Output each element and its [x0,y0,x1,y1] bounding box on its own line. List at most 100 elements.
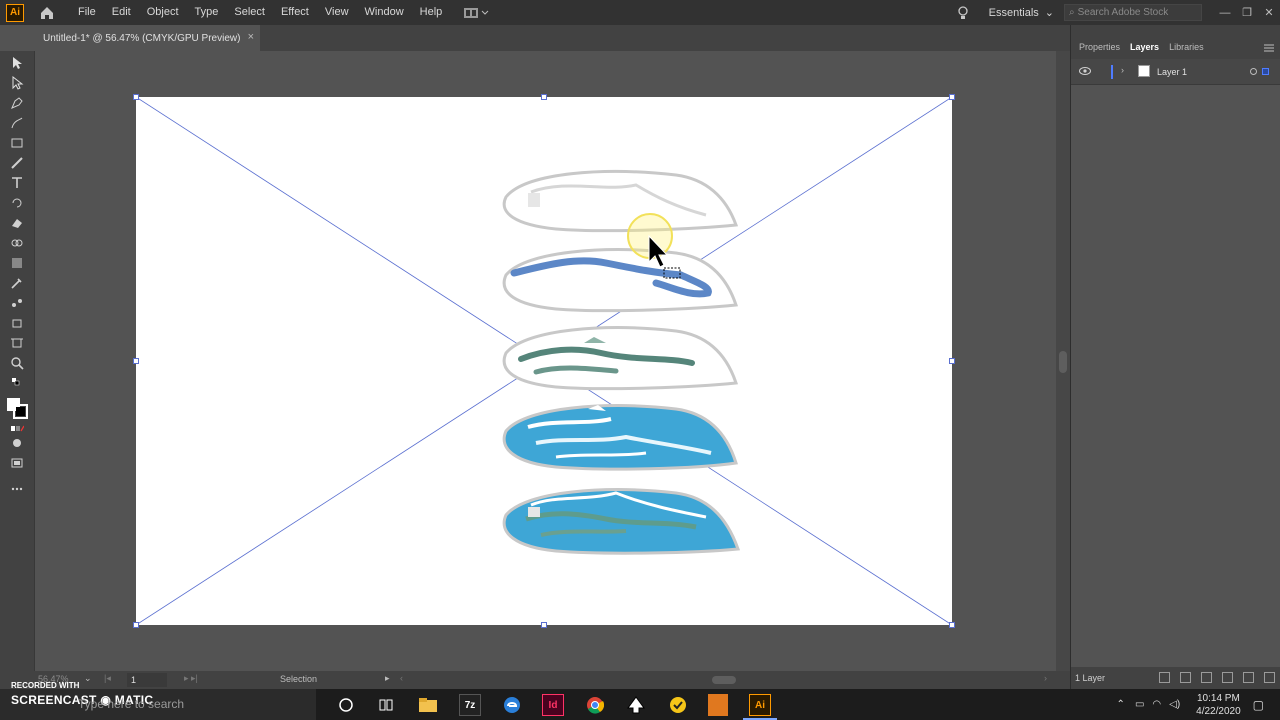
export-icon[interactable] [1159,672,1170,683]
menu-type[interactable]: Type [187,0,227,25]
eraser-tool-icon[interactable] [8,215,26,231]
layers-panel: Properties Layers Libraries › Layer 1 1 … [1070,25,1280,689]
artboard-number-field[interactable]: 1 [127,673,167,687]
horizontal-scrollbar-thumb[interactable] [712,676,736,684]
lightbulb-icon[interactable] [955,5,971,21]
delete-layer-icon[interactable] [1264,672,1275,683]
locate-object-icon[interactable] [1180,672,1191,683]
bounding-handle[interactable] [949,94,955,100]
blend-tool-icon[interactable] [8,295,26,311]
minimize-icon[interactable]: — [1214,0,1236,25]
menu-help[interactable]: Help [412,0,451,25]
artboard-tool-icon[interactable] [8,335,26,351]
close-icon[interactable]: ✕ [1258,0,1280,25]
tab-properties[interactable]: Properties [1075,42,1126,59]
cortana-icon[interactable] [335,694,357,716]
clipping-mask-icon[interactable] [1201,672,1212,683]
bounding-handle[interactable] [133,622,139,628]
menu-select[interactable]: Select [226,0,273,25]
home-icon[interactable] [38,4,56,22]
gradient-tool-icon[interactable] [8,255,26,271]
artboard[interactable] [133,94,955,628]
more-tools-icon[interactable] [8,481,26,497]
layer-row[interactable]: › Layer 1 [1071,59,1280,85]
shape-builder-tool-icon[interactable] [8,235,26,251]
document-tab[interactable]: Untitled-1* @ 56.47% (CMYK/GPU Preview) … [35,25,260,51]
zoom-dropdown-icon[interactable]: ⌄ [84,673,92,684]
tab-libraries[interactable]: Libraries [1165,42,1210,59]
zoom-tool-icon[interactable] [8,355,26,371]
bounding-handle[interactable] [949,358,955,364]
pool-combined[interactable] [502,488,741,555]
screen-mode-icon[interactable] [8,455,26,471]
seven-zip-icon[interactable]: 7z [459,694,481,716]
tab-layers[interactable]: Layers [1126,42,1165,59]
taskbar-app-icon[interactable] [708,694,728,716]
taskbar-search[interactable]: RECORDED WITH SCREENCAST ◉ MATIC Type he… [0,681,316,720]
menu-edit[interactable]: Edit [104,0,139,25]
close-tab-icon[interactable]: × [248,31,254,43]
bounding-handle[interactable] [133,94,139,100]
curvature-tool-icon[interactable] [8,115,26,131]
canvas-area[interactable] [36,51,1056,671]
arrange-documents-icon[interactable] [464,6,490,20]
next-artboard-icon[interactable]: ▸ ▸| [184,673,198,684]
swap-colors-icon[interactable] [8,375,26,391]
drawing-mode-icon[interactable] [8,435,26,451]
inkscape-icon[interactable] [625,694,647,716]
layer-name[interactable]: Layer 1 [1157,67,1187,77]
first-artboard-icon[interactable]: |◂ [104,673,111,684]
file-explorer-icon[interactable] [417,694,439,716]
eyedropper-tool-icon[interactable] [8,275,26,291]
menu-view[interactable]: View [317,0,357,25]
notification-icon[interactable]: ▢ [1253,698,1264,712]
bounding-handle[interactable] [133,358,139,364]
symbol-sprayer-tool-icon[interactable] [8,315,26,331]
task-view-icon[interactable] [375,694,397,716]
tray-overflow-icon[interactable]: ⌃ [1117,699,1125,710]
pool-outline-3[interactable] [502,326,739,391]
rotate-tool-icon[interactable] [8,195,26,211]
layer-target-icon[interactable] [1250,68,1257,75]
expand-chevron-icon[interactable]: › [1121,65,1124,75]
scroll-right-icon[interactable]: › [1044,673,1047,683]
current-tool-status[interactable]: Selection [280,674,317,684]
bounding-handle[interactable] [949,622,955,628]
workspace-switcher[interactable]: Essentials ⌄ [989,6,1054,20]
layer-selection-indicator[interactable] [1262,68,1269,75]
menu-window[interactable]: Window [357,0,412,25]
paintbrush-tool-icon[interactable] [8,155,26,171]
wifi-icon[interactable]: ◠ [1152,699,1161,710]
status-menu-icon[interactable]: ▸ [385,673,390,684]
vertical-scrollbar[interactable] [1056,51,1070,671]
edge-icon[interactable] [501,694,523,716]
scroll-left-icon[interactable]: ‹ [400,673,403,683]
volume-icon[interactable]: ◁) [1169,699,1180,710]
bounding-handle[interactable] [541,622,547,628]
bounding-handle[interactable] [541,94,547,100]
scrollbar-thumb[interactable] [1059,351,1067,373]
rectangle-tool-icon[interactable] [8,135,26,151]
direct-selection-tool-icon[interactable] [8,75,26,91]
selection-tool-icon[interactable] [8,55,26,71]
adobe-stock-search[interactable]: ⌕ Search Adobe Stock [1064,4,1202,21]
type-tool-icon[interactable] [8,175,26,191]
norton-icon[interactable] [667,694,689,716]
battery-icon[interactable]: ▭ [1135,699,1144,710]
pool-outline-1[interactable] [502,169,739,233]
menu-file[interactable]: File [70,0,104,25]
restore-icon[interactable]: ❐ [1236,0,1258,25]
new-sublayer-icon[interactable] [1222,672,1233,683]
pool-water-fill[interactable] [502,404,738,471]
taskbar-clock[interactable]: 10:14 PM 4/22/2020 [1196,692,1241,718]
fill-stroke-swatch-icon[interactable] [6,397,28,419]
illustrator-taskbar-icon[interactable]: Ai [749,694,771,716]
indesign-icon[interactable]: Id [542,694,564,716]
pen-tool-icon[interactable] [8,95,26,111]
menu-effect[interactable]: Effect [273,0,317,25]
new-layer-icon[interactable] [1243,672,1254,683]
menu-object[interactable]: Object [139,0,187,25]
panel-menu-icon[interactable] [1264,39,1274,57]
chrome-icon[interactable] [584,694,606,716]
visibility-eye-icon[interactable] [1079,67,1091,77]
